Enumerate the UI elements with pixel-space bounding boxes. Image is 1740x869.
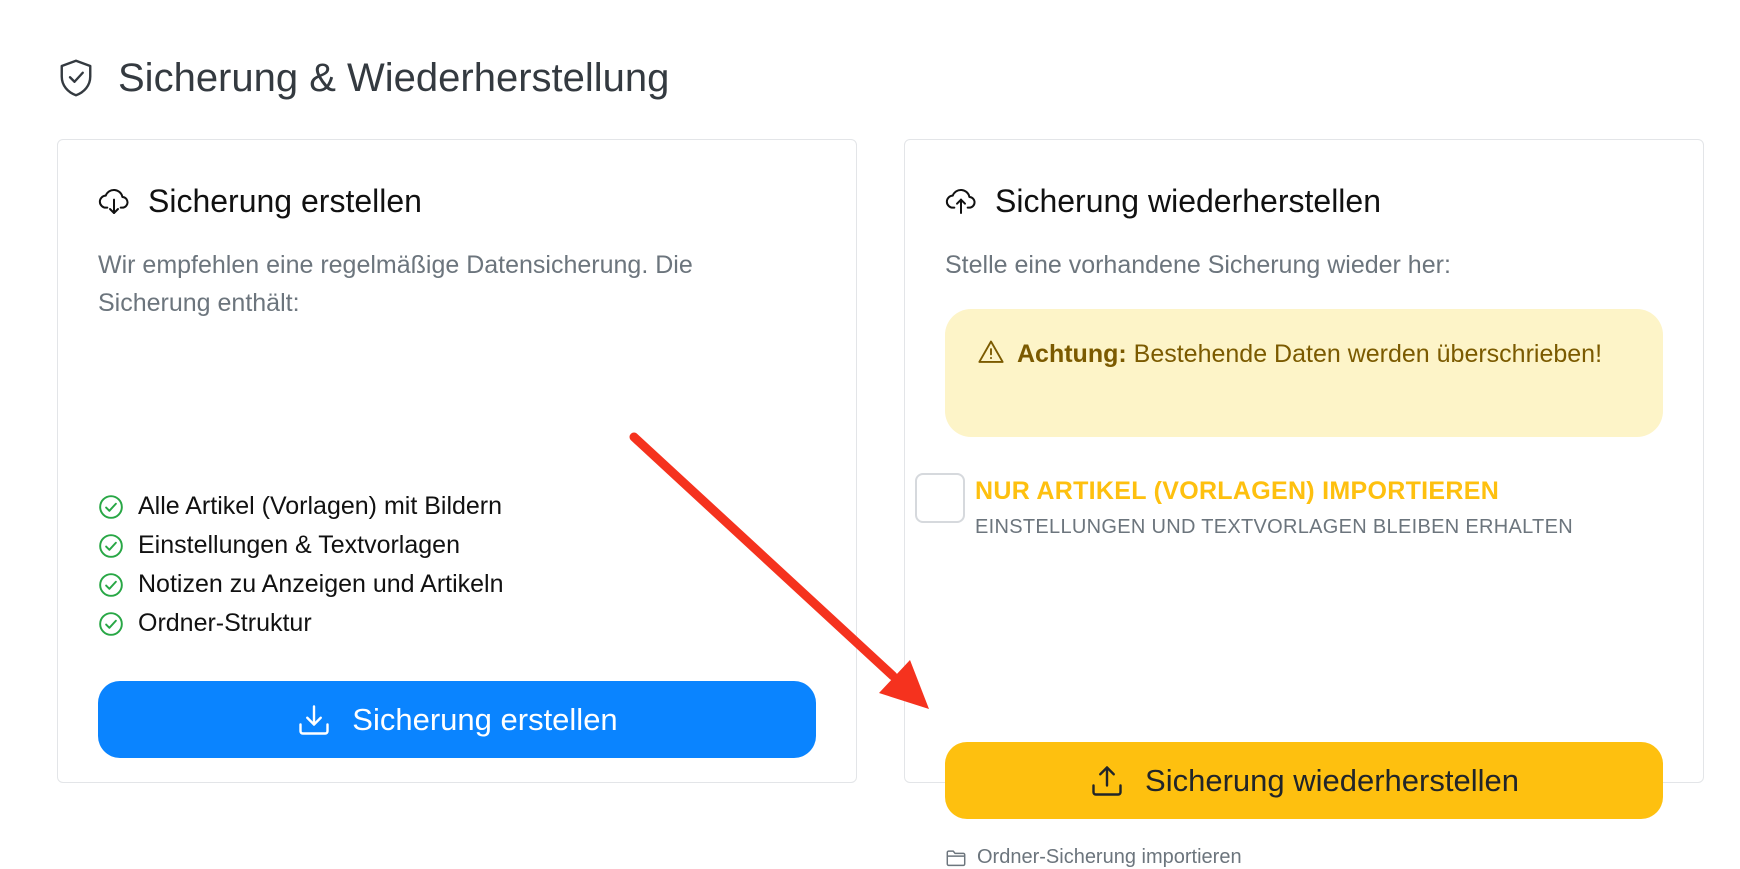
feature-label: Alle Artikel (Vorlagen) mit Bildern (138, 492, 503, 520)
articles-only-hint: EINSTELLUNGEN UND TEXTVORLAGEN BLEIBEN E… (975, 516, 1573, 538)
overwrite-warning-alert: Achtung: Bestehende Daten werden übersch… (945, 309, 1663, 437)
download-icon (296, 701, 334, 739)
page-title: Sicherung & Wiederherstellung (118, 55, 670, 100)
check-circle-icon (98, 571, 126, 599)
warning-text: Bestehende Daten werden überschrieben! (1126, 340, 1603, 368)
warning-strong: Achtung: (1017, 340, 1127, 368)
warning-triangle-icon (977, 338, 1005, 366)
create-backup-button[interactable]: Sicherung erstellen (98, 681, 816, 758)
restore-backup-card: Sicherung wiederherstellen Stelle eine v… (904, 139, 1704, 868)
import-folder-backup-label: Ordner-Sicherung importieren (977, 846, 1242, 868)
feature-label: Notizen zu Anzeigen und Artikeln (138, 570, 504, 598)
shield-check-icon (58, 56, 98, 100)
create-backup-title: Sicherung erstellen (148, 182, 422, 219)
restore-backup-heading: Sicherung wiederherstellen (945, 180, 1381, 222)
create-backup-description: Wir empfehlen eine regelmäßige Datensich… (98, 251, 693, 317)
page-header: Sicherung & Wiederherstellung (58, 50, 669, 106)
create-backup-heading: Sicherung erstellen (98, 180, 422, 222)
upload-icon (1089, 762, 1127, 800)
restore-backup-button[interactable]: Sicherung wiederherstellen (945, 742, 1663, 819)
create-backup-card: Sicherung erstellen Wir empfehlen eine r… (57, 139, 857, 783)
articles-only-label[interactable]: NUR ARTIKEL (VORLAGEN) IMPORTIEREN (975, 477, 1573, 506)
check-circle-icon (98, 610, 126, 638)
feature-label: Einstellungen & Textvorlagen (138, 531, 460, 559)
check-circle-icon (98, 493, 126, 521)
list-item: Notizen zu Anzeigen und Artikeln (98, 565, 504, 604)
import-folder-backup-link[interactable]: Ordner-Sicherung importieren (945, 846, 1242, 869)
restore-backup-description: Stelle eine vorhandene Sicherung wieder … (945, 251, 1451, 279)
restore-backup-button-label: Sicherung wiederherstellen (1145, 762, 1519, 798)
check-circle-icon (98, 532, 126, 560)
backup-contents-list: Alle Artikel (Vorlagen) mit Bildern Eins… (98, 487, 504, 643)
list-item: Einstellungen & Textvorlagen (98, 526, 504, 565)
create-backup-button-label: Sicherung erstellen (352, 701, 618, 737)
cloud-download-icon (98, 183, 134, 219)
restore-backup-title: Sicherung wiederherstellen (995, 182, 1381, 219)
articles-only-checkbox[interactable] (915, 473, 965, 523)
list-item: Ordner-Struktur (98, 604, 504, 643)
cloud-upload-icon (945, 183, 981, 219)
folder-icon (945, 847, 967, 869)
feature-label: Ordner-Struktur (138, 609, 312, 637)
list-item: Alle Artikel (Vorlagen) mit Bildern (98, 487, 504, 526)
articles-only-option: NUR ARTIKEL (VORLAGEN) IMPORTIEREN EINST… (915, 473, 1573, 539)
